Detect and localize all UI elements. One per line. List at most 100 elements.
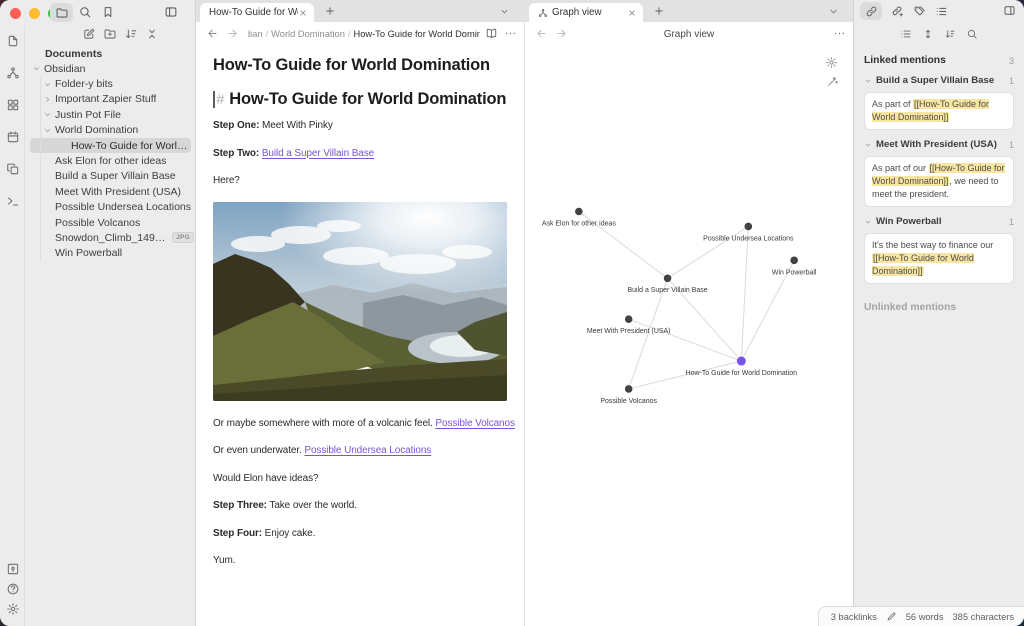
terminal-icon[interactable] — [6, 194, 20, 208]
edit-mode-icon[interactable] — [886, 611, 897, 622]
chevron-down-icon — [864, 218, 872, 226]
graph-header-title: Graph view — [525, 22, 853, 46]
more-options-button[interactable] — [504, 27, 517, 40]
left-sidebar: Documents ObsidianFolder-y bitsImportant… — [0, 0, 196, 626]
tree-file-snowdon-climb-149-5d3-27[interactable]: Snowdon_Climb_149_5D3_27...JPG — [25, 230, 194, 245]
tree-folder-world-domination[interactable]: World Domination — [25, 123, 194, 138]
mention-snippet-card[interactable]: It's the best way to finance our [[How-T… — [864, 233, 1014, 284]
breadcrumb-separator: / — [263, 29, 272, 39]
mention-snippet-card[interactable]: As part of [[How-To Guide for World Domi… — [864, 92, 1014, 130]
tree-file-how-to-guide-for-world-dominat[interactable]: How-To Guide for World Dominat... — [30, 138, 191, 153]
breadcrumb-segment[interactable]: Obsidian — [248, 29, 263, 39]
tree-folder-justin-pot-file[interactable]: Justin Pot File — [25, 107, 194, 122]
outline-icon[interactable] — [935, 5, 948, 18]
graph-node[interactable] — [625, 385, 633, 393]
help-icon[interactable] — [6, 582, 20, 596]
minimize-window-button[interactable] — [29, 8, 40, 19]
note-text: Take over the world. — [267, 500, 357, 511]
tree-item-label: World Domination — [55, 124, 138, 136]
tree-folder-folder-y-bits[interactable]: Folder-y bits — [25, 76, 194, 91]
tree-file-ask-elon-for-other-ideas[interactable]: Ask Elon for other ideas — [25, 153, 194, 168]
note-editor[interactable]: How-To Guide for World Domination # How-… — [196, 46, 524, 568]
graph-node[interactable] — [737, 357, 746, 366]
internal-link[interactable]: Possible Undersea Locations — [304, 445, 431, 456]
canvas-icon[interactable] — [6, 98, 20, 112]
backlinks-count[interactable]: 3 backlinks — [831, 612, 877, 622]
forward-button[interactable] — [226, 27, 239, 40]
settings-icon[interactable] — [6, 602, 20, 616]
graph-node[interactable] — [625, 315, 633, 323]
tab-note[interactable]: How-To Guide for World ... — [200, 3, 314, 22]
editor-pane: How-To Guide for World ... Obsidian/Worl… — [196, 0, 524, 626]
tree-item-label: Important Zapier Stuff — [55, 93, 156, 105]
more-options-button[interactable] — [833, 27, 846, 40]
close-tab-icon[interactable] — [298, 8, 308, 18]
list-icon[interactable] — [900, 28, 912, 40]
close-tab-icon[interactable] — [627, 8, 637, 18]
new-tab-button[interactable] — [324, 5, 336, 17]
close-window-button[interactable] — [10, 8, 21, 19]
graph-node[interactable] — [745, 223, 753, 231]
templates-icon[interactable] — [6, 162, 20, 176]
note-image-snowdon[interactable] — [213, 202, 507, 401]
mention-group-header[interactable]: Meet With President (USA)1 — [864, 139, 1014, 150]
collapse-left-sidebar-button[interactable] — [164, 5, 178, 19]
tree-folder-important-zapier-stuff[interactable]: Important Zapier Stuff — [25, 92, 194, 107]
daily-note-icon[interactable] — [6, 130, 20, 144]
chevron-down-icon — [864, 141, 872, 149]
backlinks-tab-active[interactable] — [860, 2, 882, 20]
expand-icon[interactable] — [922, 28, 934, 40]
tree-folder-obsidian[interactable]: Obsidian — [25, 61, 194, 76]
breadcrumb-segment[interactable]: How-To Guide for World Domination — [353, 29, 480, 39]
tree-item-label: How-To Guide for World Dominat... — [71, 140, 191, 152]
graph-node-label: How-To Guide for World Domination — [686, 370, 798, 377]
graph-node[interactable] — [790, 257, 798, 265]
breadcrumb-segment[interactable]: World Domination — [271, 29, 345, 39]
graph-node[interactable] — [664, 275, 672, 283]
sort-icon[interactable] — [944, 28, 956, 40]
tree-file-possible-undersea-locations[interactable]: Possible Undersea Locations — [25, 200, 194, 215]
search-icon[interactable] — [966, 28, 978, 40]
tab-list-chevron-icon[interactable] — [499, 6, 510, 17]
tree-file-win-powerball[interactable]: Win Powerball — [25, 246, 194, 261]
outgoing-links-icon[interactable] — [891, 5, 904, 18]
tree-file-meet-with-president-usa[interactable]: Meet With President (USA) — [25, 184, 194, 199]
sort-icon[interactable] — [124, 27, 138, 41]
graph-node[interactable] — [575, 208, 583, 216]
quick-switcher-icon[interactable] — [6, 34, 20, 48]
vault-switcher-icon[interactable] — [6, 562, 20, 576]
mention-group-header[interactable]: Win Powerball1 — [864, 216, 1014, 227]
tree-file-possible-volcanos[interactable]: Possible Volcanos — [25, 215, 194, 230]
internal-link[interactable]: Possible Volcanos — [435, 418, 514, 429]
highlighted-link-text: [[How-To Guide for World Domination]] — [872, 253, 974, 276]
graph-view-icon — [538, 8, 548, 18]
graph-node-label: Possible Undersea Locations — [703, 235, 794, 242]
mention-group-header[interactable]: Build a Super Villain Base1 — [864, 75, 1014, 86]
reading-view-button[interactable] — [485, 27, 498, 40]
tab-graph-view[interactable]: Graph view — [529, 3, 643, 22]
back-button[interactable] — [206, 27, 219, 40]
linked-mentions-header[interactable]: Linked mentions 3 — [864, 55, 1014, 66]
graph-canvas[interactable]: Ask Elon for other ideasPossible Underse… — [525, 46, 853, 626]
collapse-all-icon[interactable] — [145, 27, 159, 41]
internal-link[interactable]: Build a Super Villain Base — [262, 148, 374, 159]
new-tab-button[interactable] — [653, 5, 665, 17]
new-folder-icon[interactable] — [103, 27, 117, 41]
mention-snippet-card[interactable]: As part of our [[How-To Guide for World … — [864, 156, 1014, 207]
tags-icon[interactable] — [913, 5, 926, 18]
tree-file-build-a-super-villain-base[interactable]: Build a Super Villain Base — [25, 169, 194, 184]
tab-list-chevron-icon[interactable] — [828, 6, 839, 17]
bookmarks-button[interactable] — [101, 5, 115, 19]
graph-node-label: Win Powerball — [772, 269, 817, 276]
note-text: Meet With Pinky — [259, 120, 332, 131]
character-count: 385 characters — [953, 612, 1015, 622]
folder-icon — [55, 6, 69, 20]
search-button[interactable] — [78, 5, 92, 19]
new-note-icon[interactable] — [82, 27, 96, 41]
snippet-text: As part of our — [872, 163, 929, 173]
unlinked-mentions-header[interactable]: Unlinked mentions — [864, 302, 1014, 313]
files-tab-button[interactable] — [50, 3, 73, 22]
collapse-right-sidebar-button[interactable] — [1003, 4, 1016, 17]
graph-view-icon[interactable] — [6, 66, 20, 80]
tab-title: How-To Guide for World ... — [209, 7, 298, 18]
